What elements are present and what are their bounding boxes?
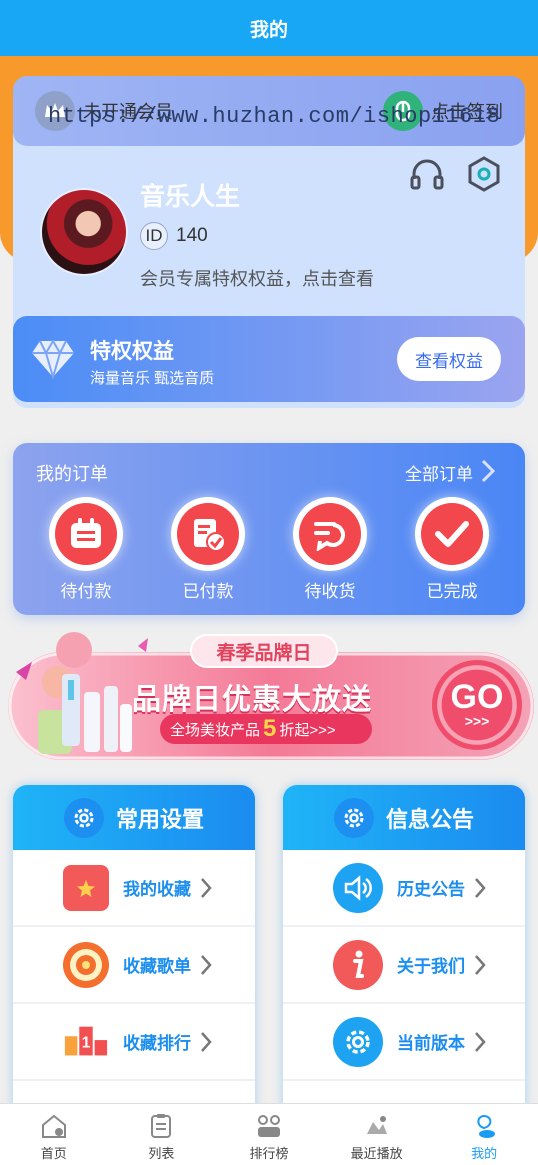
- tab-home[interactable]: 首页: [0, 1104, 108, 1165]
- row-label: 关于我们: [397, 957, 465, 976]
- notice-panel-header: 信息公告: [283, 785, 525, 850]
- settings-row-favorite-ranking[interactable]: 1 收藏排行: [13, 1004, 255, 1081]
- banner-tag: 春季品牌日: [190, 634, 338, 668]
- tab-recent-play[interactable]: 最近播放: [323, 1104, 431, 1165]
- tab-label: 最近播放: [350, 1146, 403, 1161]
- ranking-board-icon: [257, 1115, 280, 1137]
- svg-text:1: 1: [82, 1034, 91, 1051]
- id-badge: ID: [140, 222, 168, 250]
- headphone-icon[interactable]: [408, 155, 446, 193]
- wallet-icon: [55, 503, 117, 565]
- recent-play-icon: [366, 1116, 387, 1134]
- chevron-right-icon: [201, 1031, 212, 1052]
- chevron-right-icon: [475, 877, 486, 898]
- settings-panel: 常用设置 我的收藏 收藏歌单 1 收藏排行: [13, 785, 255, 1115]
- paid-doc-icon: [177, 503, 239, 565]
- delivery-icon: [299, 503, 361, 565]
- chevron-right-icon[interactable]: [480, 458, 496, 484]
- banner-discount-number: 5: [263, 715, 277, 742]
- orders-title: 我的订单: [36, 464, 108, 484]
- vinyl-icon: [63, 941, 109, 988]
- gear-icon: [333, 1016, 383, 1067]
- home-icon: [41, 1114, 66, 1138]
- speaker-icon: [333, 862, 383, 913]
- info-icon: [333, 939, 383, 990]
- order-circle: [171, 497, 245, 571]
- banner-subtitle: 全场美妆产品 5 折起>>>: [160, 714, 372, 744]
- notice-row-current-version[interactable]: 当前版本: [283, 1004, 525, 1081]
- notice-row-history[interactable]: 历史公告: [283, 850, 525, 927]
- order-completed[interactable]: 已完成: [412, 497, 492, 602]
- me-icon: [477, 1114, 496, 1138]
- order-label: 待付款: [60, 582, 112, 601]
- chevron-right-icon: [475, 1031, 486, 1052]
- tab-list[interactable]: 列表: [108, 1104, 216, 1165]
- row-label: 历史公告: [397, 880, 465, 899]
- top-bar: 我的: [0, 0, 538, 56]
- settings-hex-icon[interactable]: [465, 155, 503, 193]
- go-text: GO: [450, 678, 504, 716]
- order-circle: [415, 497, 489, 571]
- ranking-icon: 1: [63, 1019, 109, 1065]
- notice-row-about-us[interactable]: 关于我们: [283, 927, 525, 1004]
- gear-icon: [333, 797, 374, 838]
- tab-ranking[interactable]: 排行榜: [215, 1104, 323, 1165]
- all-orders-link[interactable]: 全部订单: [405, 460, 473, 485]
- tab-label: 我的: [471, 1146, 498, 1161]
- order-circle: [293, 497, 367, 571]
- folder-star-icon: [63, 864, 109, 911]
- order-pending-payment[interactable]: 待付款: [46, 497, 126, 602]
- username: 音乐人生: [140, 183, 241, 211]
- row-label: 收藏排行: [123, 1034, 191, 1053]
- order-circle: [49, 497, 123, 571]
- settings-row-favorite-playlists[interactable]: 收藏歌单: [13, 927, 255, 1004]
- check-icon: [421, 503, 483, 565]
- order-label: 已完成: [426, 582, 478, 601]
- settings-panel-title: 常用设置: [115, 806, 204, 832]
- user-id: 140: [176, 225, 208, 246]
- chevron-right-icon: [475, 954, 486, 975]
- banner-sub-suffix: 折起>>>: [279, 721, 336, 739]
- tab-label: 排行榜: [249, 1146, 289, 1161]
- watermark: https://www.huzhan.com/ishop11618: [48, 104, 501, 129]
- settings-row-my-favorites[interactable]: 我的收藏: [13, 850, 255, 927]
- notice-panel: 信息公告 历史公告 关于我们 当前版本: [283, 785, 525, 1115]
- go-arrows: >>>: [464, 713, 490, 729]
- view-privileges-button[interactable]: 查看权益: [397, 337, 501, 381]
- banner-title: 品牌日优惠大放送: [132, 684, 373, 716]
- row-label: 我的收藏: [123, 880, 191, 899]
- settings-panel-header: 常用设置: [13, 785, 255, 850]
- order-label: 已付款: [182, 582, 234, 601]
- order-label: 待收货: [304, 582, 356, 601]
- diamond-icon: [30, 337, 76, 381]
- order-paid[interactable]: 已付款: [168, 497, 248, 602]
- row-label: 收藏歌单: [123, 957, 191, 976]
- go-button[interactable]: GO >>>: [432, 660, 522, 750]
- tab-bar: 首页 列表 排行榜 最近播放 我的: [0, 1103, 538, 1165]
- chevron-right-icon: [201, 954, 212, 975]
- privilege-title: 特权权益: [90, 340, 174, 363]
- chevron-right-icon: [201, 877, 212, 898]
- privilege-subtitle: 海量音乐 甄选音质: [90, 370, 215, 387]
- notice-panel-title: 信息公告: [385, 806, 474, 832]
- avatar[interactable]: [40, 188, 128, 276]
- list-icon: [151, 1114, 172, 1138]
- tab-me[interactable]: 我的: [430, 1104, 538, 1165]
- banner-sub-prefix: 全场美妆产品: [170, 721, 261, 739]
- row-label: 当前版本: [397, 1034, 465, 1053]
- gear-icon: [63, 797, 104, 838]
- tab-label: 首页: [40, 1146, 67, 1161]
- order-awaiting-delivery[interactable]: 待收货: [290, 497, 370, 602]
- tab-label: 列表: [148, 1146, 175, 1161]
- page-title: 我的: [249, 19, 288, 41]
- member-benefits-link[interactable]: 会员专属特权权益，点击查看: [140, 265, 374, 291]
